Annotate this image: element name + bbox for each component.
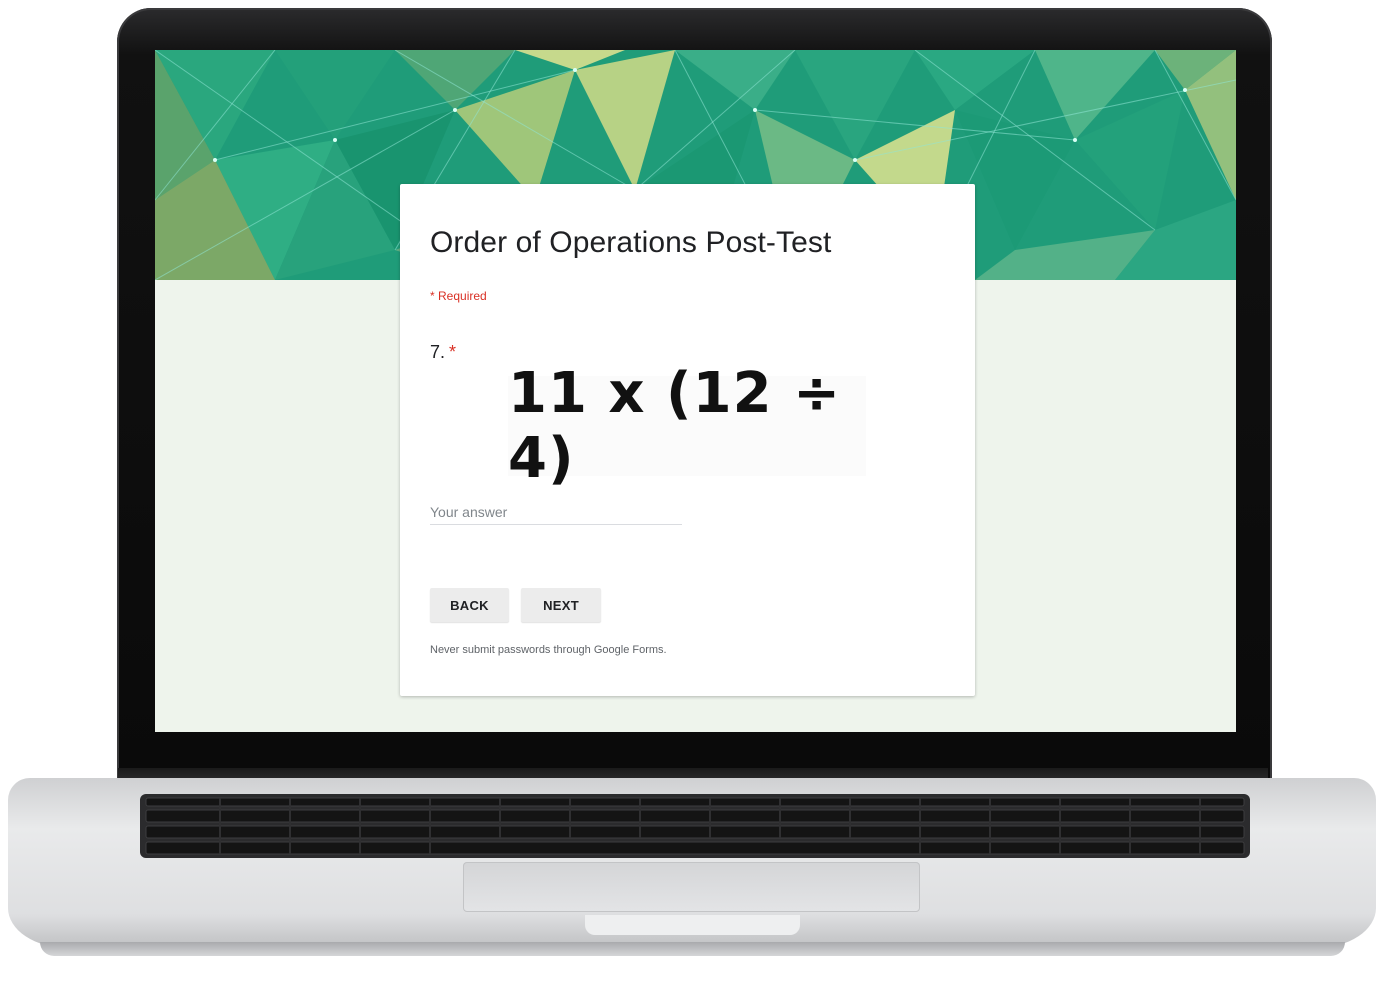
form-title: Order of Operations Post-Test bbox=[430, 226, 832, 259]
keyboard bbox=[140, 794, 1250, 858]
laptop-screen: Order of Operations Post-Test * Required… bbox=[155, 50, 1236, 732]
form-card: Order of Operations Post-Test * Required… bbox=[400, 184, 975, 696]
trackpad bbox=[463, 862, 920, 912]
answer-input[interactable] bbox=[430, 500, 682, 525]
question-number: 7. * bbox=[430, 342, 456, 363]
question-expression-image: 11 x (12 ÷ 4) bbox=[508, 361, 866, 491]
password-warning: Never submit passwords through Google Fo… bbox=[430, 644, 667, 656]
required-star: * bbox=[449, 342, 457, 362]
laptop-base-edge bbox=[40, 942, 1345, 956]
next-button[interactable]: NEXT bbox=[521, 588, 601, 622]
required-note: * Required bbox=[430, 289, 487, 303]
question-number-label: 7. bbox=[430, 342, 446, 362]
laptop-opening-notch bbox=[585, 915, 800, 935]
back-button[interactable]: BACK bbox=[430, 588, 509, 622]
